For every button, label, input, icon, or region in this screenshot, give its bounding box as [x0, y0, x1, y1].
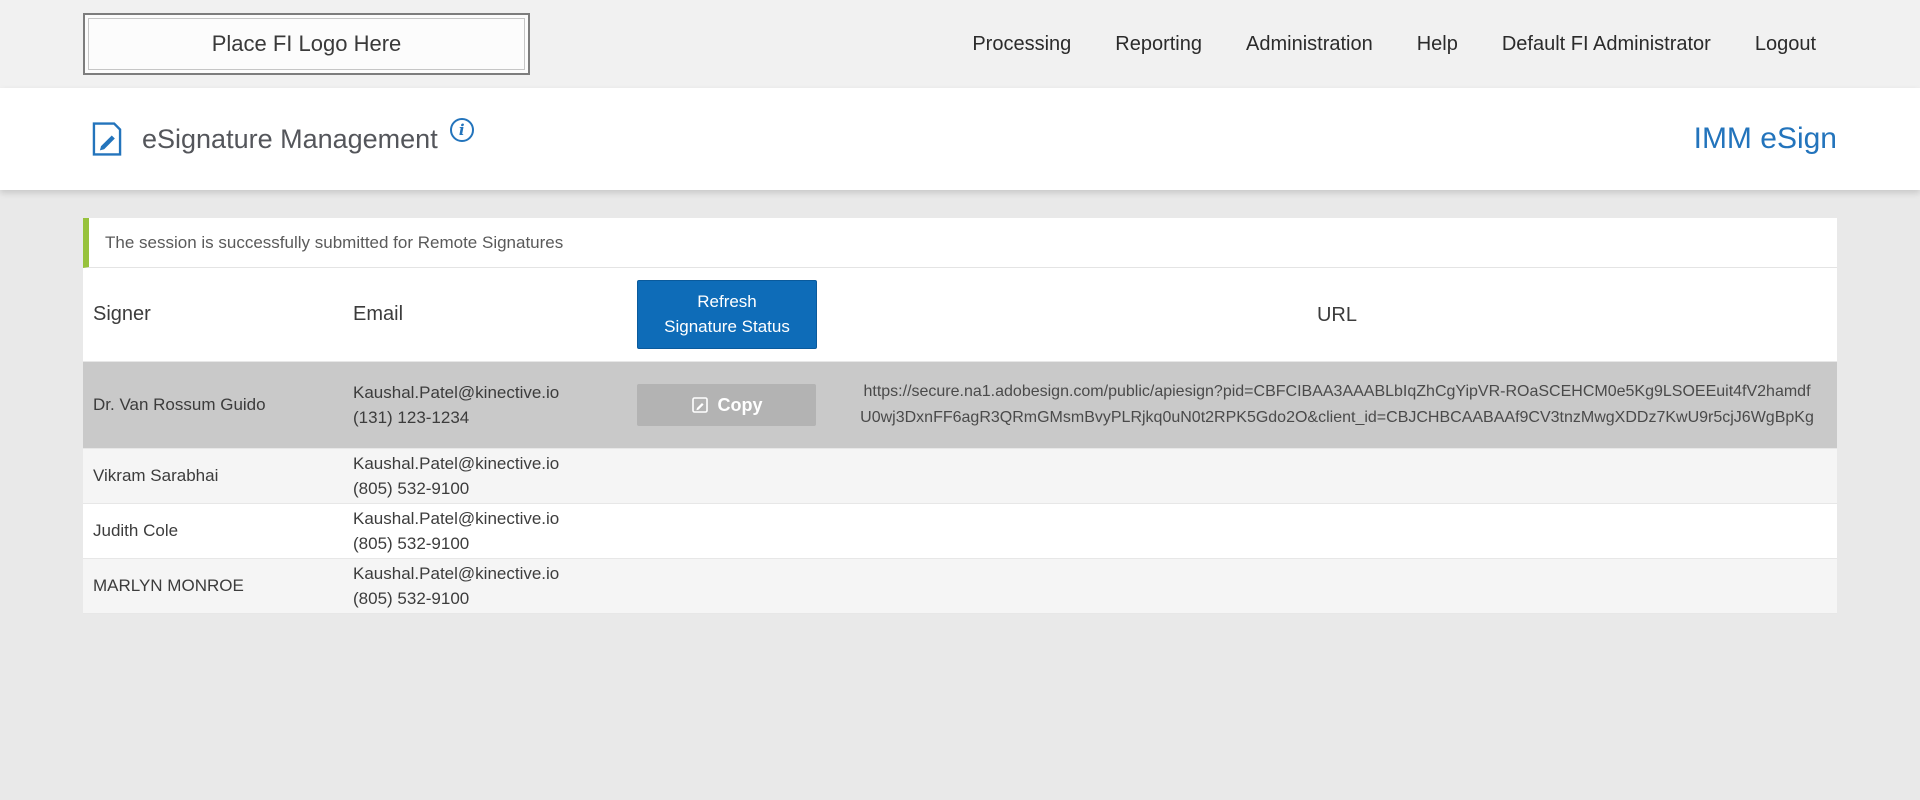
- email-address: Kaushal.Patel@kinective.io: [353, 383, 560, 402]
- table-row: Vikram Sarabhai Kaushal.Patel@kinective.…: [83, 449, 1837, 504]
- copy-url-button[interactable]: Copy: [637, 384, 816, 426]
- nav-help[interactable]: Help: [1417, 33, 1458, 56]
- email-address: Kaushal.Patel@kinective.io: [353, 509, 560, 528]
- info-icon[interactable]: i: [449, 118, 474, 142]
- email-cell: Kaushal.Patel@kinective.io (805) 532-910…: [353, 561, 637, 611]
- success-alert-message: The session is successfully submitted fo…: [105, 232, 564, 252]
- phone-number: (131) 123-1234: [353, 408, 470, 427]
- signer-cell: Dr. Van Rossum Guido: [93, 395, 266, 414]
- top-navigation: Processing Reporting Administration Help…: [972, 33, 1920, 56]
- success-alert: The session is successfully submitted fo…: [83, 218, 1837, 268]
- top-header-bar: Place FI Logo Here Processing Reporting …: [0, 0, 1920, 88]
- column-header-url: URL: [1316, 303, 1357, 326]
- imm-esign-brand: IMM eSign: [1693, 122, 1837, 155]
- column-header-email: Email: [353, 303, 404, 325]
- nav-processing[interactable]: Processing: [972, 33, 1071, 56]
- fi-logo-text: Place FI Logo Here: [88, 18, 525, 70]
- email-address: Kaushal.Patel@kinective.io: [353, 564, 560, 583]
- phone-number: (805) 532-9100: [353, 589, 470, 608]
- email-cell: Kaushal.Patel@kinective.io (131) 123-123…: [353, 380, 637, 430]
- signers-panel: The session is successfully submitted fo…: [83, 218, 1837, 614]
- esignature-document-icon: [88, 120, 126, 158]
- nav-administration[interactable]: Administration: [1246, 33, 1373, 56]
- table-header-row: Signer Email Refresh Signature Status UR…: [83, 268, 1837, 362]
- table-row: MARLYN MONROE Kaushal.Patel@kinective.io…: [83, 559, 1837, 614]
- column-header-signer: Signer: [93, 303, 151, 325]
- table-row: Judith Cole Kaushal.Patel@kinective.io (…: [83, 504, 1837, 559]
- nav-reporting[interactable]: Reporting: [1115, 33, 1202, 56]
- table-row: Dr. Van Rossum Guido Kaushal.Patel@kinec…: [83, 362, 1837, 449]
- page-title-bar: eSignature Management i IMM eSign: [0, 88, 1920, 190]
- signer-cell: Judith Cole: [93, 521, 179, 540]
- email-cell: Kaushal.Patel@kinective.io (805) 532-910…: [353, 506, 637, 556]
- page-title: eSignature Management: [142, 123, 438, 154]
- nav-default-fi-administrator[interactable]: Default FI Administrator: [1502, 33, 1711, 56]
- copy-button-label: Copy: [717, 394, 763, 415]
- phone-number: (805) 532-9100: [353, 479, 470, 498]
- nav-logout[interactable]: Logout: [1755, 33, 1816, 56]
- fi-logo-placeholder: Place FI Logo Here: [83, 13, 530, 75]
- signer-cell: Vikram Sarabhai: [93, 466, 219, 485]
- refresh-signature-status-button[interactable]: Refresh Signature Status: [637, 279, 817, 350]
- main-content: The session is successfully submitted fo…: [0, 190, 1920, 614]
- email-cell: Kaushal.Patel@kinective.io (805) 532-910…: [353, 451, 637, 501]
- copy-icon: [691, 396, 709, 414]
- url-cell: https://secure.na1.adobesign.com/public/…: [860, 383, 1814, 426]
- signer-cell: MARLYN MONROE: [93, 576, 244, 595]
- phone-number: (805) 532-9100: [353, 534, 470, 553]
- email-address: Kaushal.Patel@kinective.io: [353, 454, 560, 473]
